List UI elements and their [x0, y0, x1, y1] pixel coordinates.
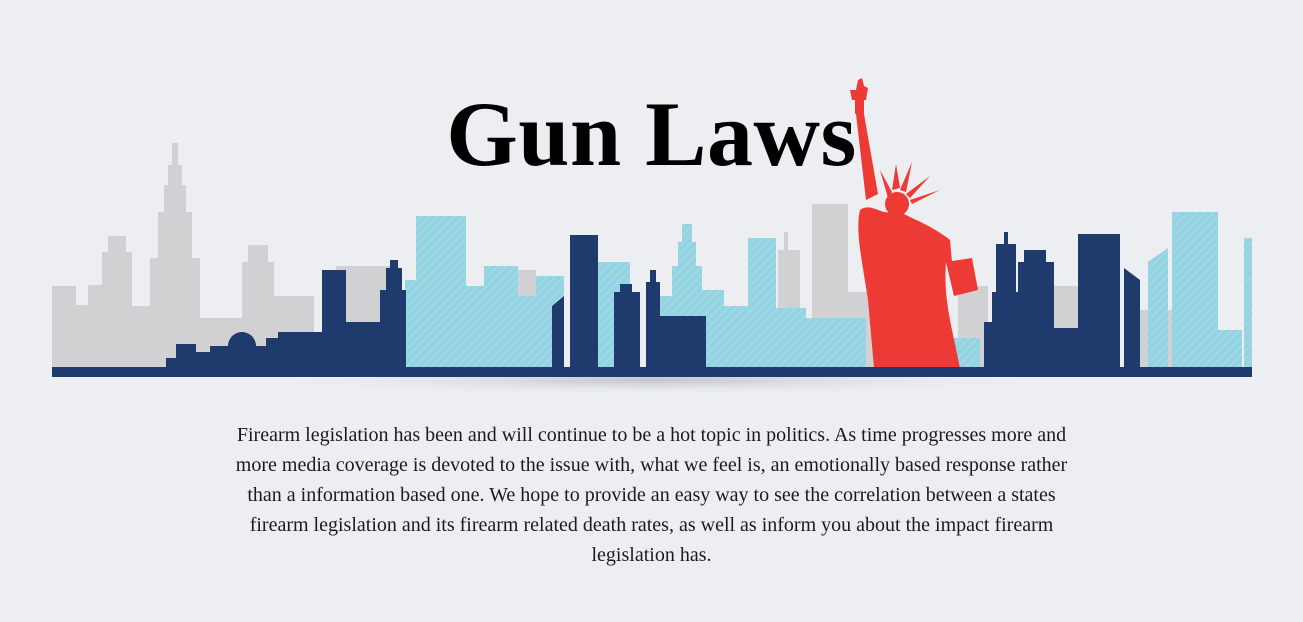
ground-bar — [52, 367, 1252, 377]
page: Gun Laws Firearm legislation has been an… — [0, 0, 1303, 622]
skyline-banner-image — [52, 78, 1252, 396]
intro-paragraph: Firearm legislation has been and will co… — [235, 424, 1068, 566]
page-title: Gun Laws — [446, 83, 857, 185]
